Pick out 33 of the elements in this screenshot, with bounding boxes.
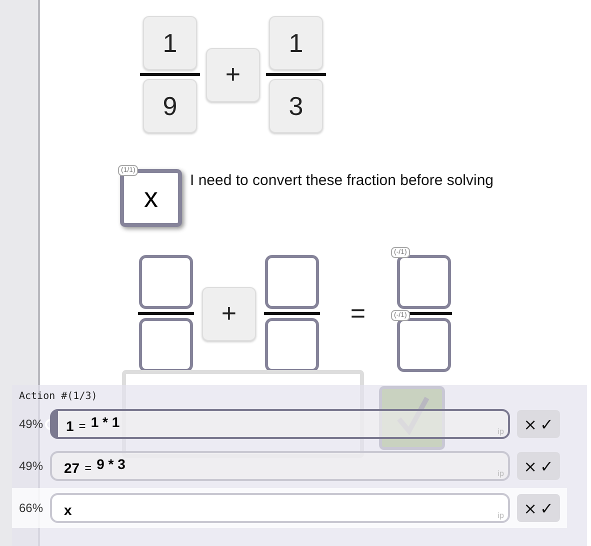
value-text: 27	[64, 460, 80, 476]
reject-button[interactable]: ×	[524, 498, 537, 518]
action-field[interactable]: x ip	[50, 493, 510, 523]
confidence-label: 49%	[18, 459, 44, 473]
operator-tile[interactable]: +	[206, 48, 260, 102]
value-text: 1	[66, 418, 74, 434]
equals-sign: =	[84, 461, 92, 475]
answer-box[interactable]	[139, 255, 193, 309]
answer-box[interactable]	[139, 318, 193, 372]
answer-box[interactable]	[397, 318, 451, 372]
accept-button[interactable]: ✓	[540, 414, 554, 434]
answer-box[interactable]	[397, 255, 451, 309]
accept-button[interactable]: ✓	[540, 498, 554, 518]
answer-box[interactable]	[265, 318, 319, 372]
number-tile[interactable]: 9	[143, 79, 197, 133]
answer-box[interactable]	[265, 255, 319, 309]
reject-button[interactable]: ×	[524, 456, 537, 476]
number-tile[interactable]: 1	[143, 16, 197, 70]
number-tile[interactable]: 3	[269, 79, 323, 133]
equals-sign: =	[78, 419, 86, 433]
value-text: x	[64, 502, 72, 518]
equals-sign: =	[349, 298, 367, 329]
operator-tile[interactable]: +	[202, 286, 256, 340]
expression-text: 9 * 3	[96, 456, 126, 472]
hint-text: I need to convert these fraction before solving	[190, 172, 494, 189]
accept-button[interactable]: ✓	[540, 456, 554, 476]
tag-label: ip	[498, 511, 504, 520]
reject-button[interactable]: ×	[524, 414, 537, 434]
number-tile[interactable]: 1	[269, 16, 323, 70]
panel-title: Action #(1/3)	[19, 391, 98, 402]
confidence-label: 66%	[18, 501, 44, 515]
expression-text: 1 * 1	[90, 414, 120, 430]
confidence-label: 49%	[18, 417, 44, 431]
